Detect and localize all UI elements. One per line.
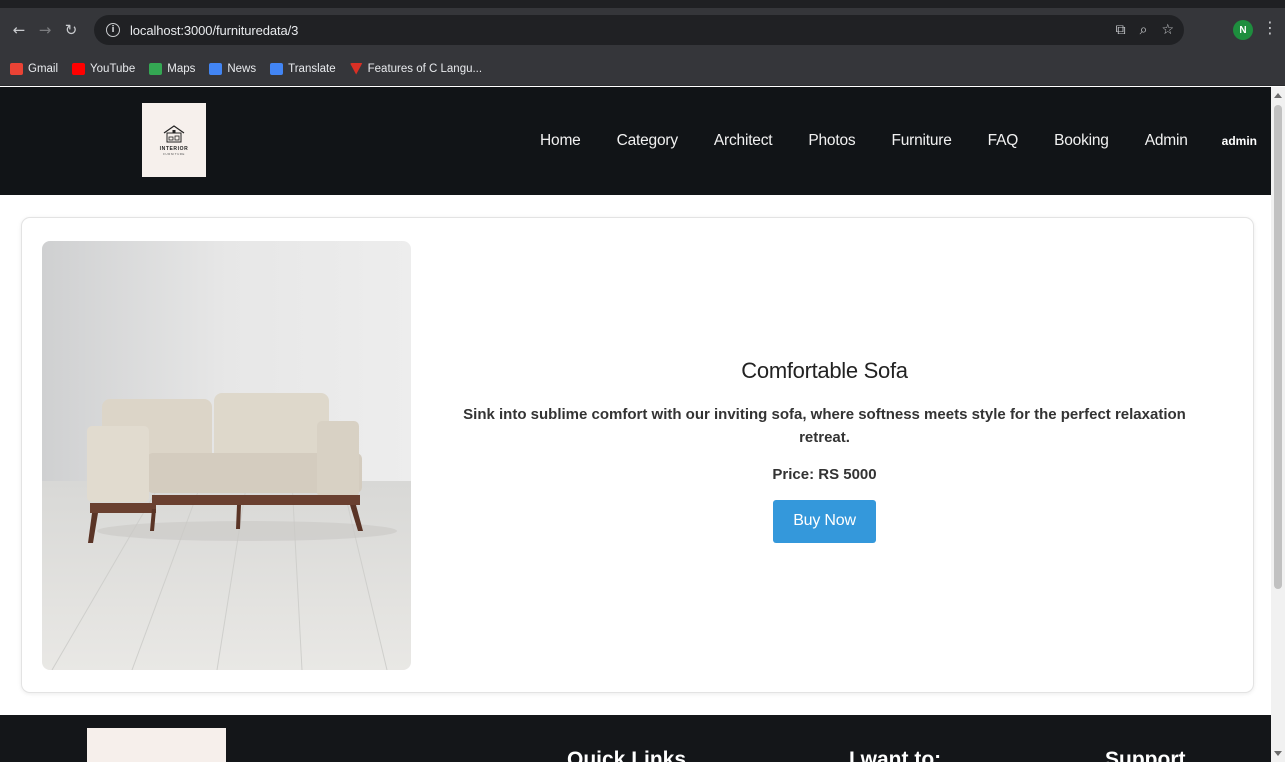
forward-arrow-icon[interactable]: → [32,21,58,39]
product-title: Comfortable Sofa [741,357,908,383]
scroll-down-arrow-icon[interactable] [1274,751,1282,756]
nav-category[interactable]: Category [617,132,678,150]
nav-architect[interactable]: Architect [714,132,773,150]
current-user[interactable]: admin [1222,134,1257,148]
house-logo-icon [163,125,185,143]
logo-subtext: FURNITURE [163,152,185,156]
nav-faq[interactable]: FAQ [988,132,1019,150]
nav-furniture[interactable]: Furniture [891,132,951,150]
bookmark-gmail[interactable]: Gmail [10,62,59,75]
page-scrollbar[interactable] [1271,87,1285,762]
footer-heading-quick-links: Quick Links [567,748,687,762]
bookmark-label: Maps [167,62,196,75]
footer-logo[interactable] [87,728,226,762]
bookmark-c-language[interactable]: Features of C Langu... [349,62,483,75]
scrollbar-thumb[interactable] [1274,105,1282,589]
bookmark-youtube[interactable]: YouTube [72,62,136,75]
scroll-up-arrow-icon[interactable] [1274,93,1282,98]
nav-booking[interactable]: Booking [1054,132,1109,150]
main-nav: Home Category Architect Photos Furniture… [504,87,1257,195]
nav-admin[interactable]: Admin [1145,132,1188,150]
footer-heading-support: Support [1105,748,1186,762]
c-language-icon [349,62,363,75]
profile-avatar[interactable]: N [1233,20,1253,40]
bookmark-label: Translate [288,62,336,75]
site-info-icon[interactable]: i [106,23,120,37]
bookmarks-bar: Gmail YouTube Maps News Translate Featur… [0,52,1285,86]
footer-heading-i-want-to: I want to: [849,748,942,762]
product-description: Sink into sublime comfort with our invit… [463,405,1186,446]
reload-icon[interactable]: ↻ [58,21,84,39]
gmail-icon [10,62,23,75]
translate-icon [270,62,284,75]
news-icon [209,62,223,75]
nav-home[interactable]: Home [540,132,581,150]
bookmark-news[interactable]: News [209,62,257,75]
maps-icon [149,62,163,75]
address-bar[interactable]: i localhost:3000/furnituredata/3 ⧉ ⌕ ☆ [94,15,1184,45]
bookmark-translate[interactable]: Translate [270,62,336,75]
nav-photos[interactable]: Photos [808,132,855,150]
bookmark-label: News [227,62,257,75]
site-header: INTERIOR FURNITURE Home Category Archite… [0,87,1271,195]
youtube-icon [72,62,86,75]
zoom-icon[interactable]: ⌕ [1140,22,1148,38]
browser-toolbar: ← → ↻ i localhost:3000/furnituredata/3 ⧉… [0,8,1285,52]
bookmark-maps[interactable]: Maps [149,62,196,75]
site-footer: Quick Links I want to: Support [0,715,1271,762]
buy-now-button[interactable]: Buy Now [773,499,876,543]
browser-menu-icon[interactable]: ⋮ [1262,18,1278,37]
bookmark-label: Gmail [28,62,59,75]
site-logo[interactable]: INTERIOR FURNITURE [142,103,206,177]
back-arrow-icon[interactable]: ← [6,21,32,39]
product-image [42,241,411,670]
product-info: Comfortable Sofa Sink into sublime comfo… [442,218,1207,694]
bookmark-label: Features of C Langu... [367,62,483,75]
product-card: Comfortable Sofa Sink into sublime comfo… [21,217,1254,693]
cast-icon[interactable]: ⧉ [1116,22,1126,38]
product-price: Price: RS 5000 [772,465,877,483]
url-text: localhost:3000/furnituredata/3 [130,22,299,38]
bookmark-label: YouTube [90,62,136,75]
browser-tabstrip [0,0,1285,8]
bookmark-star-icon[interactable]: ☆ [1161,22,1174,38]
